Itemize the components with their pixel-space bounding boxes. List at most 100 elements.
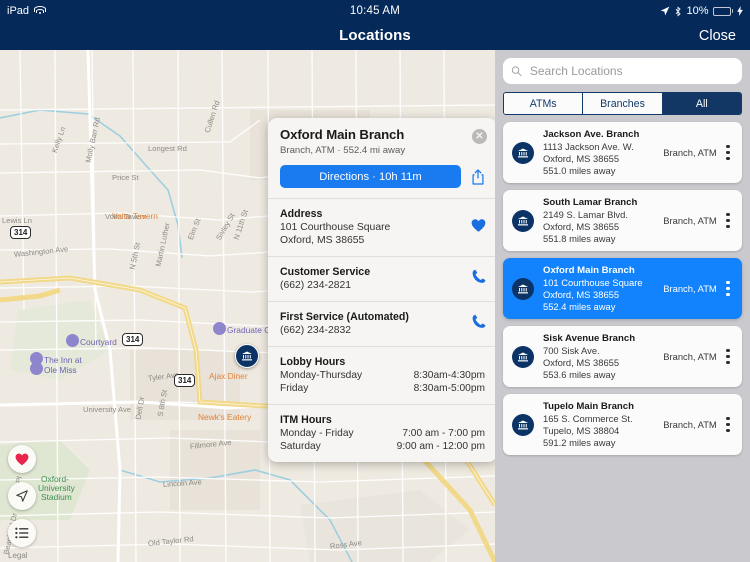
location-city: Oxford, MS 38655 — [543, 152, 620, 164]
nav-bar: Locations Close — [0, 22, 750, 50]
heart-icon — [471, 218, 486, 232]
map-poi-icon[interactable] — [30, 362, 43, 375]
share-button[interactable] — [470, 168, 485, 185]
directions-button[interactable]: Directions · 10h 11m — [280, 165, 461, 188]
address-line1: 101 Courthouse Square — [280, 222, 391, 233]
location-item-text: Sisk Avenue Branch 700 Sisk Ave. Oxford, M… — [534, 333, 660, 381]
itm-hours-days: Saturday — [280, 441, 321, 452]
map-poi-icon[interactable] — [66, 334, 79, 347]
locate-me-button[interactable] — [8, 482, 36, 510]
map-poi-label[interactable]: Stadium — [41, 492, 72, 502]
kebab-menu-icon[interactable] — [720, 145, 736, 160]
location-list-item[interactable]: Jackson Ave. Branch 1113 Jackson Ave. W. O… — [503, 122, 742, 183]
map-poi-label[interactable]: The Inn at — [44, 355, 82, 365]
map-poi-label[interactable]: Newk's Eatery — [198, 412, 251, 422]
bank-map-pin[interactable] — [235, 344, 259, 368]
favorites-button[interactable] — [8, 445, 36, 473]
share-icon — [471, 168, 484, 185]
directions-row: Directions · 10h 11m — [280, 165, 485, 188]
kebab-menu-icon[interactable] — [720, 281, 736, 296]
map-street-label: Lewis Ln — [2, 216, 32, 225]
segment-all[interactable]: All — [662, 93, 741, 114]
call-customer-service-button[interactable] — [472, 269, 486, 289]
bank-icon — [518, 352, 528, 361]
map-legal-link[interactable]: Legal — [8, 551, 28, 560]
location-name: Sisk Avenue Branch — [543, 332, 636, 344]
location-item-text: Oxford Main Branch 101 Courthouse Square O… — [534, 265, 660, 313]
itm-hours-row: Monday - Friday 7:00 am - 7:00 pm — [280, 428, 485, 439]
detail-subtitle: Branch, ATM · 552.4 mi away — [280, 145, 406, 156]
location-list-item[interactable]: Tupelo Main Branch 165 S. Commerce St. Tup… — [503, 394, 742, 455]
address-heading: Address — [280, 208, 323, 220]
location-list-item[interactable]: Oxford Main Branch 101 Courthouse Square O… — [503, 258, 742, 319]
heart-icon — [15, 453, 29, 465]
search-box[interactable] — [503, 58, 742, 84]
location-city: Oxford, MS 38655 — [543, 220, 620, 232]
kebab-menu-icon[interactable] — [720, 349, 736, 364]
location-item-text: Jackson Ave. Branch 1113 Jackson Ave. W. O… — [534, 129, 660, 177]
itm-hours-days: Monday - Friday — [280, 428, 354, 439]
location-type: Branch, ATM — [663, 147, 717, 158]
first-service-heading: First Service (Automated) — [280, 311, 409, 323]
location-address: 1113 Jackson Ave. W. — [543, 140, 634, 152]
filter-segmented-control[interactable]: ATMs Branches All — [503, 92, 742, 115]
search-input[interactable] — [527, 63, 734, 79]
segment-branches[interactable]: Branches — [583, 93, 663, 114]
location-city: Oxford, MS 38655 — [543, 288, 620, 300]
itm-hours-time: 7:00 am - 7:00 pm — [402, 428, 485, 439]
call-first-service-button[interactable] — [472, 314, 486, 334]
locations-screen: iPad 10:45 AM 10% Locations Close Kelly … — [0, 0, 750, 562]
route-shield-314: 314 — [10, 226, 32, 239]
map-list-button[interactable] — [8, 519, 36, 547]
location-distance: 551.0 miles away — [543, 164, 616, 176]
bank-icon — [242, 351, 252, 361]
bank-avatar — [512, 209, 534, 232]
map-street-label: Price St — [112, 173, 139, 182]
location-distance: 552.4 miles away — [543, 300, 616, 312]
lobby-hours-row: Friday 8:30am-5:00pm — [280, 383, 485, 394]
location-type: Branch, ATM — [663, 215, 717, 226]
map-poi-label[interactable]: Ajax Diner — [209, 371, 248, 381]
location-type: Branch, ATM — [663, 351, 717, 362]
map-poi-label[interactable]: Courtyard — [80, 337, 117, 347]
close-icon[interactable]: ✕ — [472, 129, 487, 144]
route-shield-314: 314 — [122, 333, 144, 346]
page-title: Locations — [339, 27, 411, 44]
address-line2: Oxford, MS 38655 — [280, 235, 365, 246]
map-poi-label[interactable]: Volta Tavern — [112, 211, 158, 221]
map-poi-label[interactable]: Ole Miss — [44, 365, 77, 375]
lobby-hours-heading: Lobby Hours — [280, 356, 346, 368]
location-name: Tupelo Main Branch — [543, 400, 634, 412]
bank-avatar — [512, 413, 534, 436]
segment-atms[interactable]: ATMs — [504, 93, 584, 114]
location-address: 165 S. Commerce St. — [543, 412, 633, 424]
lobby-hours-time: 8:30am-5:00pm — [413, 383, 485, 394]
search-icon — [511, 66, 522, 76]
search-wrap — [495, 50, 750, 90]
first-service-section: First Service (Automated) (662) 234-2832 — [268, 302, 497, 347]
location-city: Tupelo, MS 38804 — [543, 424, 620, 436]
location-name: Oxford Main Branch — [543, 264, 635, 276]
bank-avatar — [512, 277, 534, 300]
itm-hours-time: 9:00 am - 12:00 pm — [396, 441, 485, 452]
route-shield-314: 314 — [174, 374, 196, 387]
list-icon — [15, 527, 29, 539]
close-button[interactable]: Close — [699, 22, 736, 50]
customer-service-heading: Customer Service — [280, 266, 371, 278]
kebab-menu-icon[interactable] — [720, 213, 736, 228]
location-distance: 591.2 miles away — [543, 436, 616, 448]
status-bar: iPad 10:45 AM 10% — [0, 0, 750, 22]
location-list-item[interactable]: Sisk Avenue Branch 700 Sisk Ave. Oxford, M… — [503, 326, 742, 387]
favorite-toggle[interactable] — [471, 218, 486, 237]
location-name: South Lamar Branch — [543, 196, 638, 208]
navigation-arrow-icon — [16, 490, 28, 502]
map-poi-icon[interactable] — [213, 322, 226, 335]
map-street-label: University Ave — [83, 405, 131, 414]
location-list-item[interactable]: South Lamar Branch 2149 S. Lamar Blvd. Oxf… — [503, 190, 742, 251]
address-section: Address 101 Courthouse Square Oxford, MS… — [268, 199, 497, 257]
kebab-menu-icon[interactable] — [720, 417, 736, 432]
bank-icon — [518, 216, 528, 225]
location-address: 101 Courthouse Square — [543, 276, 643, 288]
charging-bolt-icon — [737, 6, 743, 16]
status-bar-right: 10% — [660, 5, 743, 17]
